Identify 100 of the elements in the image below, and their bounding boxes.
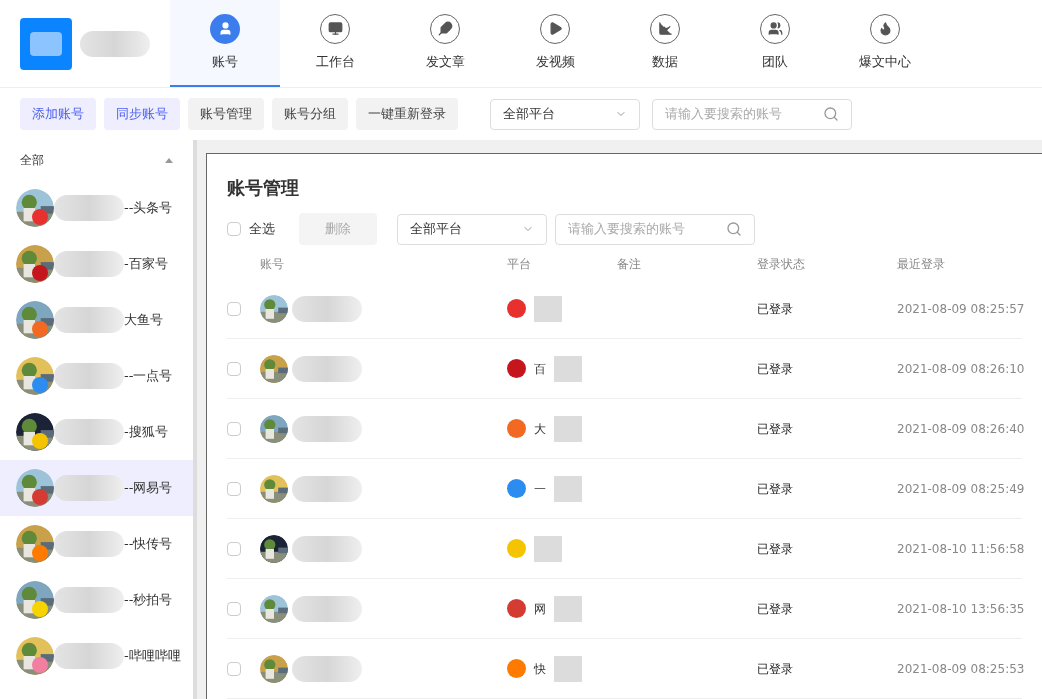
- row-checkbox[interactable]: [227, 481, 241, 496]
- dialog-title: 账号管理: [227, 176, 300, 200]
- row-checkbox[interactable]: [227, 421, 241, 436]
- toolbar-button[interactable]: 账号管理: [188, 98, 264, 130]
- row-checkbox[interactable]: [227, 301, 241, 316]
- blurred-text: [554, 415, 582, 442]
- blurred-text: [54, 587, 124, 613]
- blurred-text: [54, 363, 124, 389]
- row-checkbox[interactable]: [227, 601, 241, 616]
- select-all-label: 全选: [249, 220, 275, 239]
- login-status: 已登录: [757, 540, 794, 558]
- blurred-text: [534, 535, 562, 562]
- nav-tab[interactable]: 发视频: [500, 0, 610, 87]
- blurred-text: [292, 355, 362, 382]
- nav-tab[interactable]: 账号: [170, 0, 280, 87]
- last-login-time: 2021-08-09 08:25:57: [897, 300, 1025, 318]
- user-icon: [210, 13, 240, 44]
- blurred-text: [292, 415, 362, 442]
- platform-select[interactable]: 全部平台: [490, 98, 640, 130]
- account-name: --秒拍号: [124, 591, 173, 610]
- account-item[interactable]: --秒拍号: [0, 572, 193, 628]
- search-field[interactable]: 请输入要搜索的账号: [555, 213, 755, 245]
- select-all-checkbox[interactable]: [227, 222, 241, 236]
- column-header: 最近登录: [897, 256, 946, 273]
- logo-icon: [20, 17, 72, 70]
- nav-tab[interactable]: 团队: [720, 0, 830, 87]
- blurred-text: [534, 295, 562, 322]
- platform-name: 一: [534, 480, 546, 498]
- account-name: -哔哩哔哩: [124, 647, 181, 666]
- nav-tab[interactable]: 发文章: [390, 0, 500, 87]
- login-status: 已登录: [757, 660, 794, 678]
- blurred-text: [80, 30, 150, 57]
- row-checkbox[interactable]: [227, 361, 241, 376]
- account-item[interactable]: 大鱼号: [0, 292, 193, 348]
- account-item[interactable]: -搜狐号: [0, 404, 193, 460]
- account-name: --头条号: [124, 199, 173, 218]
- search-input[interactable]: 请输入要搜索的账号: [665, 104, 823, 124]
- login-status: 已登录: [757, 480, 794, 498]
- nav-tab[interactable]: 工作台: [280, 0, 390, 87]
- blurred-text: [292, 295, 362, 322]
- blurred-text: [54, 475, 124, 501]
- toolbar-button[interactable]: 一键重新登录: [356, 98, 458, 130]
- platform-select[interactable]: 全部平台: [397, 213, 547, 245]
- row-checkbox[interactable]: [227, 661, 241, 676]
- account-item[interactable]: --网易号: [0, 460, 193, 516]
- account-name: --网易号: [124, 479, 173, 498]
- blurred-text: [292, 475, 362, 502]
- platform-name: 大: [534, 420, 546, 438]
- row-checkbox[interactable]: [227, 541, 241, 556]
- blurred-text: [54, 307, 124, 333]
- column-header: 账号: [260, 256, 285, 273]
- toolbar-button[interactable]: 同步账号: [104, 98, 180, 130]
- account-item[interactable]: --快传号: [0, 516, 193, 572]
- blurred-text: [54, 251, 124, 277]
- collapse-icon: [165, 157, 173, 163]
- platform-name: 百: [534, 360, 546, 378]
- last-login-time: 2021-08-10 13:56:35: [897, 600, 1025, 618]
- blurred-text: [292, 535, 362, 562]
- platform-name: 快: [534, 660, 546, 678]
- search-field[interactable]: 请输入要搜索的账号: [652, 98, 852, 130]
- last-login-time: 2021-08-09 08:26:40: [897, 420, 1025, 438]
- last-login-time: 2021-08-09 08:25:49: [897, 480, 1025, 498]
- nav-tab[interactable]: 爆文中心: [830, 0, 940, 87]
- blurred-text: [54, 643, 124, 669]
- blurred-text: [54, 419, 124, 445]
- last-login-time: 2021-08-10 11:56:58: [897, 540, 1025, 558]
- login-status: 已登录: [757, 300, 794, 318]
- platform-name: 网: [534, 600, 546, 618]
- account-name: --一点号: [124, 367, 173, 386]
- search-icon: [823, 106, 839, 122]
- account-name: 大鱼号: [124, 311, 163, 330]
- column-header: 平台: [507, 256, 532, 273]
- login-status: 已登录: [757, 420, 794, 438]
- blurred-text: [554, 655, 582, 682]
- account-name: -百家号: [124, 255, 168, 274]
- nav-tab[interactable]: 数据: [610, 0, 720, 87]
- toolbar-button[interactable]: 添加账号: [20, 98, 96, 130]
- blurred-text: [292, 595, 362, 622]
- blurred-text: [54, 531, 124, 557]
- account-item[interactable]: -哔哩哔哩: [0, 628, 193, 684]
- last-login-time: 2021-08-09 08:26:10: [897, 360, 1025, 378]
- blurred-text: [554, 475, 582, 502]
- account-name: -搜狐号: [124, 423, 168, 442]
- account-name: --快传号: [124, 535, 173, 554]
- account-item[interactable]: --一点号: [0, 348, 193, 404]
- search-input[interactable]: 请输入要搜索的账号: [568, 219, 726, 239]
- search-icon: [726, 221, 742, 237]
- column-header: 备注: [617, 256, 642, 273]
- blurred-text: [54, 195, 124, 221]
- login-status: 已登录: [757, 360, 794, 378]
- blurred-text: [554, 355, 582, 382]
- toolbar-button[interactable]: 账号分组: [272, 98, 348, 130]
- group-header[interactable]: 全部: [0, 140, 193, 180]
- last-login-time: 2021-08-09 08:25:53: [897, 660, 1025, 678]
- blurred-text: [554, 595, 582, 622]
- login-status: 已登录: [757, 600, 794, 618]
- blurred-text: [292, 655, 362, 682]
- account-item[interactable]: --头条号: [0, 180, 193, 236]
- account-item[interactable]: -百家号: [0, 236, 193, 292]
- column-header: 登录状态: [757, 256, 806, 273]
